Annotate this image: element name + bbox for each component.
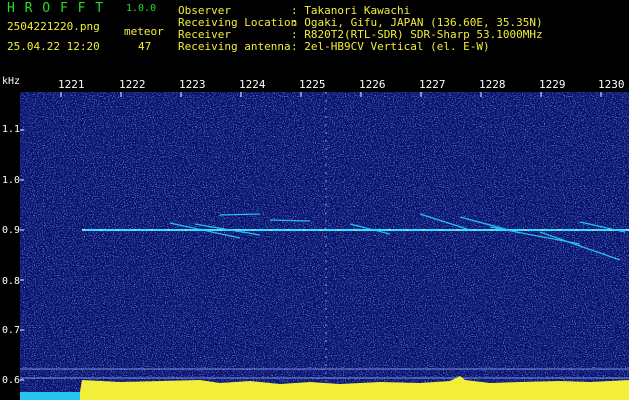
spectrogram-display [20, 92, 629, 400]
x-tick-label: 1222 [119, 78, 146, 91]
antenna-value: : 2el-HB9CV Vertical (el. E-W) [291, 40, 490, 53]
y-unit-label: kHz [2, 76, 21, 87]
signal-level-baseline [20, 392, 80, 400]
meteor-label: meteor [124, 25, 164, 38]
x-tick-label: 1226 [359, 78, 386, 91]
file-name: 2504221220.png [7, 20, 100, 33]
x-tick-label: 1223 [179, 78, 206, 91]
date-time: 25.04.22 12:20 [7, 40, 100, 53]
x-tick-label: 1224 [239, 78, 266, 91]
y-tick-label: 0.7 [2, 325, 21, 336]
app-version: 1.0.0 [126, 3, 157, 14]
y-tick-label: 0.8 [2, 276, 21, 287]
antenna-key: Receiving antenna [178, 40, 291, 53]
x-tick-label: 1228 [479, 78, 506, 91]
x-tick-label: 1229 [539, 78, 566, 91]
x-tick-label: 1230 [598, 78, 625, 91]
noise-texture [20, 92, 629, 400]
x-tick-label: 1227 [419, 78, 446, 91]
meteor-count: 47 [138, 40, 152, 53]
x-tick-label: 1221 [58, 78, 85, 91]
y-tick-label: 1.0 [2, 175, 21, 186]
app-name: H R O F F T [7, 1, 105, 16]
y-tick-label: 1.1 [2, 124, 21, 135]
y-tick-label: 0.6 [2, 375, 21, 386]
y-tick-label: 0.9 [2, 225, 21, 236]
x-tick-label: 1225 [299, 78, 326, 91]
header: H R O F F T 1.0.0 2504221220.png meteor … [0, 0, 629, 58]
